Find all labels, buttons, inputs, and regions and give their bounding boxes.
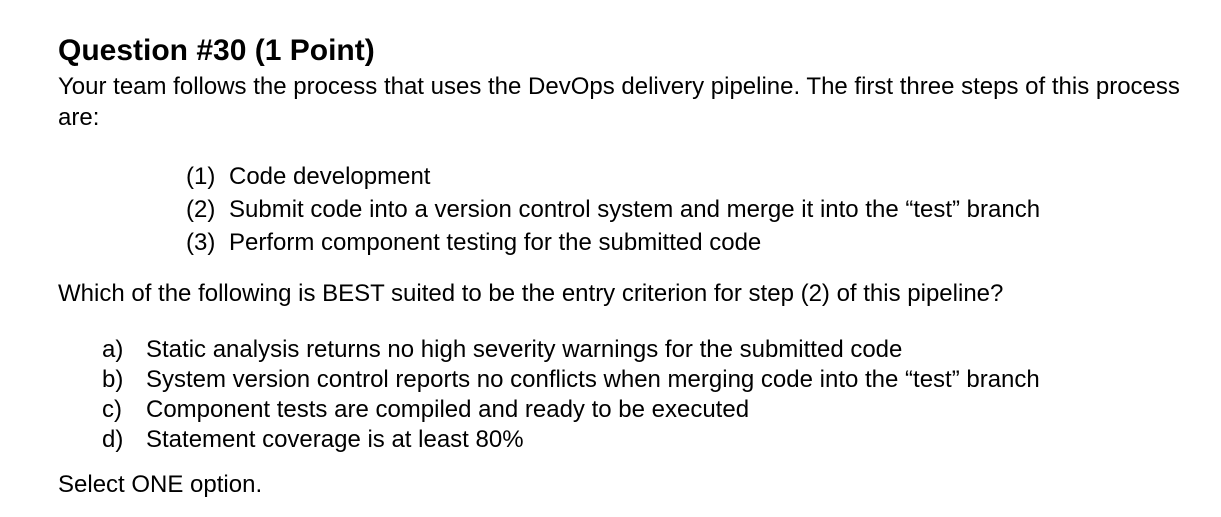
answer-option-d[interactable]: d) Statement coverage is at least 80% (102, 425, 1208, 455)
answer-option-c[interactable]: c) Component tests are compiled and read… (102, 395, 1208, 425)
step-number: (2) (186, 196, 216, 223)
answer-option-b[interactable]: b) System version control reports no con… (102, 365, 1208, 395)
option-text: Static analysis returns no high severity… (146, 336, 903, 363)
step-text: Code development (229, 163, 431, 190)
question-title: Question #30 (1 Point) (58, 34, 375, 67)
option-text: Statement coverage is at least 80% (146, 426, 524, 453)
option-letter: b) (102, 366, 124, 393)
answer-options-list: a) Static analysis returns no high sever… (102, 335, 1208, 455)
option-letter: d) (102, 426, 124, 453)
pipeline-step: (1) Code development (186, 160, 1208, 193)
question-card: Question #30 (1 Point) Your team follows… (58, 33, 1208, 500)
option-text: System version control reports no confli… (146, 366, 1040, 393)
answer-instruction: Select ONE option. (58, 471, 263, 498)
option-letter: c) (102, 396, 122, 423)
step-text: Submit code into a version control syste… (229, 196, 1041, 223)
option-letter: a) (102, 336, 124, 363)
step-text: Perform component testing for the submit… (229, 229, 762, 256)
step-number: (3) (186, 229, 216, 256)
question-prompt: Which of the following is BEST suited to… (58, 280, 1004, 307)
option-text: Component tests are compiled and ready t… (146, 396, 750, 423)
answer-option-a[interactable]: a) Static analysis returns no high sever… (102, 335, 1208, 365)
pipeline-step: (3) Perform component testing for the su… (186, 226, 1208, 259)
question-intro: Your team follows the process that uses … (58, 73, 1180, 131)
pipeline-steps-list: (1) Code development (2) Submit code int… (186, 160, 1208, 259)
step-number: (1) (186, 163, 216, 190)
pipeline-step: (2) Submit code into a version control s… (186, 193, 1208, 226)
